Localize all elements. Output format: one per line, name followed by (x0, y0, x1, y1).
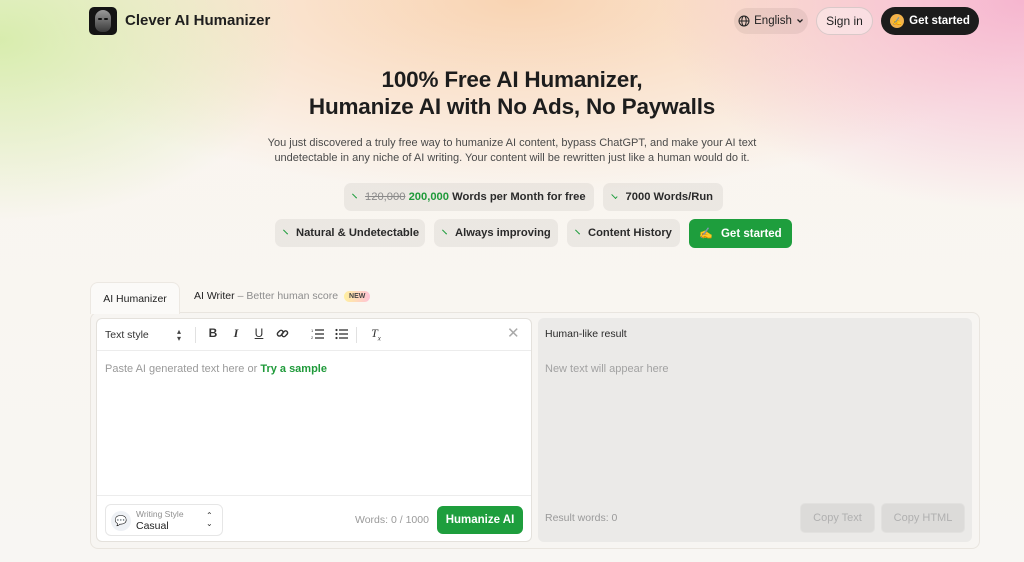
logo-eye-left (98, 18, 102, 20)
bullet-list-icon[interactable] (333, 328, 349, 343)
result-panel: Human-like result New text will appear h… (538, 318, 972, 542)
copy-html-button[interactable]: Copy HTML (881, 503, 965, 533)
tab-ai-writer-label: AI Writer (194, 290, 235, 302)
editor-placeholder[interactable]: Paste AI generated text here or Try a sa… (105, 363, 327, 375)
old-word-limit: 120,000 (365, 191, 406, 203)
writing-style-select[interactable]: 💬 Writing Style Casual ⌃ ⌄ (105, 504, 223, 536)
writing-hand-icon: ✍ (699, 228, 713, 240)
language-selector[interactable]: English (734, 8, 808, 34)
clear-text-icon[interactable]: ✕ (507, 324, 520, 342)
hero-title-line1: 100% Free AI Humanizer, (381, 67, 643, 92)
robot-face-icon (95, 10, 111, 32)
new-word-limit: 200,000 (408, 191, 450, 203)
feature-words-per-month: 120,000 200,000 Words per Month for free (344, 183, 594, 211)
hero-subtitle-line2: undetectable in any niche of AI writing.… (274, 152, 750, 164)
editor-toolbar: Text style ▴ ▾ B I U 1 2 Tx ✕ (97, 319, 531, 351)
logo-eye-right (104, 18, 108, 20)
new-badge: NEW (344, 290, 371, 302)
header-get-started-label: Get started (909, 15, 970, 27)
feature-improving-label: Always improving (455, 227, 551, 239)
brand-logo[interactable] (89, 7, 117, 35)
feature-natural-label: Natural & Undetectable (296, 227, 420, 239)
updown-chevron-icon: ⌃ ⌄ (206, 511, 213, 528)
feature-words-per-run-label: 7000 Words/Run (625, 191, 713, 203)
copy-text-button[interactable]: Copy Text (800, 503, 875, 533)
check-icon (283, 229, 288, 234)
feature-natural: Natural & Undetectable (275, 219, 425, 247)
globe-icon (738, 15, 750, 27)
humanize-button[interactable]: Humanize AI (437, 506, 523, 534)
writing-style-value: Casual (136, 520, 169, 532)
check-icon (442, 229, 447, 234)
header-get-started-button[interactable]: ✍ Get started (881, 7, 979, 35)
speech-bubble-icon: 💬 (111, 511, 131, 531)
check-icon (611, 192, 618, 199)
feature-history-label: Content History (588, 227, 672, 239)
ordered-list-icon[interactable]: 1 2 (309, 328, 325, 343)
tab-ai-writer-hint: – Better human score (237, 290, 339, 302)
editor-footer: 💬 Writing Style Casual ⌃ ⌄ Words: 0 / 100… (97, 495, 531, 541)
svg-text:1: 1 (311, 328, 314, 333)
brand-name[interactable]: Clever AI Humanizer (125, 12, 270, 29)
chevron-down-icon (796, 19, 803, 23)
link-icon[interactable] (274, 327, 290, 343)
writing-style-label: Writing Style (136, 509, 184, 519)
writing-hand-icon: ✍ (890, 14, 905, 28)
check-icon (352, 193, 357, 198)
tab-ai-humanizer[interactable]: AI Humanizer (90, 282, 180, 314)
word-limit-suffix: Words per Month for free (452, 191, 586, 203)
result-placeholder: New text will appear here (545, 363, 669, 375)
italic-icon[interactable]: I (228, 326, 244, 341)
input-editor[interactable]: Text style ▴ ▾ B I U 1 2 Tx ✕ Paste AI g… (96, 318, 532, 542)
toolbar-divider (356, 327, 357, 343)
placeholder-text: Paste AI generated text here or (105, 363, 261, 375)
hero-title-line2: Humanize AI with No Ads, No Paywalls (308, 94, 716, 119)
try-sample-link[interactable]: Try a sample (260, 363, 327, 375)
toolbar-divider (195, 327, 196, 343)
sign-in-button[interactable]: Sign in (816, 7, 873, 35)
language-label: English (754, 15, 792, 27)
result-title: Human-like result (545, 328, 627, 340)
underline-icon[interactable]: U (251, 326, 267, 340)
hero-subtitle-line1: You just discovered a truly free way to … (267, 137, 757, 149)
text-style-select[interactable]: Text style (105, 329, 149, 341)
feature-history: Content History (567, 219, 680, 247)
tab-ai-writer[interactable]: AI Writer – Better human score NEW (194, 290, 371, 302)
check-icon (575, 229, 580, 234)
hero-get-started-button[interactable]: ✍ Get started (689, 219, 792, 248)
updown-chevron-icon: ▴ ▾ (177, 327, 182, 343)
svg-text:2: 2 (311, 335, 314, 340)
hero-get-started-label: Get started (720, 227, 782, 240)
feature-words-per-run: 7000 Words/Run (603, 183, 723, 211)
feature-improving: Always improving (434, 219, 558, 247)
clear-format-icon[interactable]: Tx (368, 326, 384, 342)
word-count: Words: 0 / 1000 (355, 514, 429, 526)
result-word-count: Result words: 0 (545, 512, 618, 524)
bold-icon[interactable]: B (205, 326, 221, 340)
